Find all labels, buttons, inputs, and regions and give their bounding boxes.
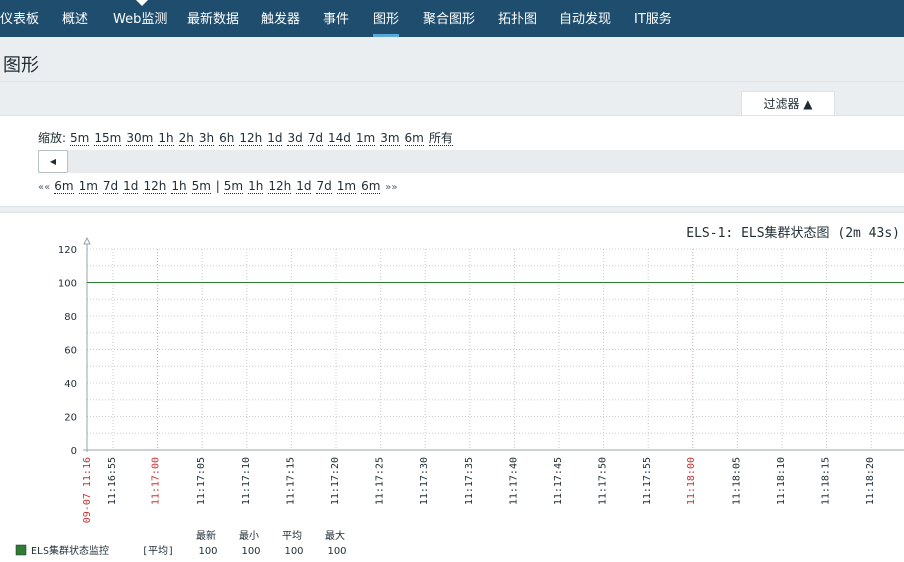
nav-item-10[interactable]: IT服务 <box>634 0 672 37</box>
legend-header: 平均 <box>282 530 302 542</box>
forward-option-0[interactable]: 5m <box>223 179 244 194</box>
zoom-option-13[interactable]: 3m <box>380 131 400 146</box>
graph-panel: ELS-1: ELS集群状态图 (2m 43s) 0 20 40 60 80 100 120 1… <box>0 212 904 562</box>
x-tick-label: 11:18:05 <box>731 457 742 505</box>
forward-option-6[interactable]: 6m <box>361 179 381 194</box>
x-tick-label: 11:16:55 <box>107 457 118 505</box>
legend-value: 100 <box>241 546 260 557</box>
zoom-option-10[interactable]: 7d <box>307 131 323 146</box>
back-option-5[interactable]: 1h <box>171 179 187 194</box>
forward-option-1[interactable]: 1h <box>248 179 264 194</box>
y-tick-label: 20 <box>64 413 77 424</box>
legend-swatch <box>15 544 27 556</box>
legend-value: 100 <box>327 546 346 557</box>
x-tick-label: 11:17:15 <box>285 457 296 505</box>
filter-toggle-tab[interactable]: 过滤器 ▲ <box>741 91 835 116</box>
graph-chart: ELS-1: ELS集群状态图 (2m 43s) 0 20 40 60 80 100 120 1… <box>15 225 904 557</box>
legend-item-name: ELS集群状态监控 <box>31 544 109 557</box>
zoom-option-11[interactable]: 14d <box>327 131 351 146</box>
y-tick-label: 80 <box>64 312 77 323</box>
zoom-option-0[interactable]: 5m <box>70 131 90 146</box>
nav-item-7[interactable]: 聚合图形 <box>423 0 475 37</box>
nav-item-9[interactable]: 自动发现 <box>559 0 611 37</box>
forward-option-4[interactable]: 7d <box>316 179 332 194</box>
nav-item-8[interactable]: 拓扑图 <box>498 0 537 37</box>
period-navigation-row: «« 6m 1m 7d 1d 12h 1h 5m | 5m 1h 12h 1d 7d 1m 6m »» <box>38 179 398 194</box>
back-option-3[interactable]: 1d <box>123 179 139 194</box>
back-option-6[interactable]: 5m <box>191 179 211 194</box>
x-tick-label: 11:17:00 <box>151 457 162 505</box>
chart-title: ELS-1: ELS集群状态图 (2m 43s) <box>686 225 900 241</box>
zoom-option-7[interactable]: 12h <box>239 131 263 146</box>
back-option-0[interactable]: 6m <box>54 179 74 194</box>
zoom-option-12[interactable]: 1m <box>355 131 376 146</box>
x-tick-label: 11:18:00 <box>686 457 697 505</box>
legend-header: 最小 <box>239 530 259 542</box>
x-tick-label: 11:17:50 <box>598 457 609 505</box>
legend-item-function: [平均] <box>142 545 174 557</box>
legend-value: 100 <box>198 546 217 557</box>
nav-item-5[interactable]: 事件 <box>323 0 349 37</box>
x-tick-label: 11:17:30 <box>419 457 430 505</box>
back-option-1[interactable]: 1m <box>78 179 98 194</box>
zoom-option-2[interactable]: 30m <box>126 131 154 146</box>
legend-header: 最新 <box>196 529 216 542</box>
nav-item-4[interactable]: 触发器 <box>261 0 300 37</box>
forward-option-3[interactable]: 1d <box>296 179 312 194</box>
filter-panel: 缩放: 5m 15m 30m 1h 2h 3h 6h 12h 1d 3d 7d 14d 1m 3m 6m 所有 … <box>0 115 904 207</box>
x-tick-label: 11:17:25 <box>375 457 386 505</box>
time-scrollbar[interactable]: ◀ <box>38 150 904 173</box>
back-option-4[interactable]: 12h <box>143 179 167 194</box>
x-tick-label: 11:17:35 <box>464 457 475 505</box>
nav-item-3[interactable]: 最新数据 <box>187 0 239 37</box>
x-start-label: 09-07 11:16 <box>82 457 93 523</box>
x-tick-label: 11:17:40 <box>508 457 519 505</box>
legend-value: 100 <box>284 546 303 557</box>
zoom-label: 缩放: <box>38 131 67 145</box>
top-navigation: 仪表板 概述 Web监测 最新数据 触发器 事件 图形 聚合图形 拓扑图 自动发现 IT服务 <box>0 0 904 37</box>
legend-header: 最大 <box>325 529 345 542</box>
y-tick-label: 0 <box>71 446 77 457</box>
y-axis-arrow <box>83 236 91 245</box>
x-tick-label: 11:18:15 <box>821 457 832 505</box>
x-tick-label: 11:17:10 <box>241 457 252 505</box>
x-tick-label: 11:17:05 <box>196 457 207 505</box>
forward-option-2[interactable]: 12h <box>268 179 292 194</box>
zoom-option-9[interactable]: 3d <box>287 131 303 146</box>
zoom-option-5[interactable]: 3h <box>198 131 215 146</box>
zoom-option-6[interactable]: 6h <box>219 131 235 146</box>
nav-item-6[interactable]: 图形 <box>373 0 400 37</box>
zoom-row: 缩放: 5m 15m 30m 1h 2h 3h 6h 12h 1d 3d 7d 14d 1m 3m 6m 所有 <box>38 129 454 146</box>
x-tick-label: 11:17:45 <box>553 457 564 505</box>
nav-item-0[interactable]: 仪表板 <box>0 0 39 37</box>
y-tick-label: 60 <box>64 346 77 357</box>
forward-option-5[interactable]: 1m <box>336 179 357 194</box>
zoom-option-14[interactable]: 6m <box>404 131 424 146</box>
y-tick-label: 120 <box>58 245 77 256</box>
page-title: 图形 <box>3 55 39 76</box>
y-tick-label: 100 <box>58 279 77 290</box>
zoom-option-15[interactable]: 所有 <box>428 131 453 146</box>
x-tick-label: 11:18:10 <box>776 457 787 505</box>
scroll-left-button[interactable]: ◀ <box>38 150 68 173</box>
x-tick-label: 11:17:20 <box>330 457 341 505</box>
title-bar: 图形 <box>0 37 904 82</box>
x-tick-label: 11:18:20 <box>865 457 876 505</box>
nav-item-1[interactable]: 概述 <box>62 0 88 37</box>
back-arrow: «« <box>38 182 51 193</box>
x-tick-label: 11:17:55 <box>642 457 653 505</box>
y-tick-label: 40 <box>64 379 77 390</box>
forward-arrow: »» <box>385 182 398 193</box>
zoom-option-1[interactable]: 15m <box>94 131 122 146</box>
zoom-option-4[interactable]: 2h <box>178 131 194 146</box>
back-option-2[interactable]: 7d <box>102 179 119 194</box>
active-section-notch <box>136 0 148 6</box>
zoom-option-8[interactable]: 1d <box>267 131 283 146</box>
zoom-option-3[interactable]: 1h <box>158 131 174 146</box>
